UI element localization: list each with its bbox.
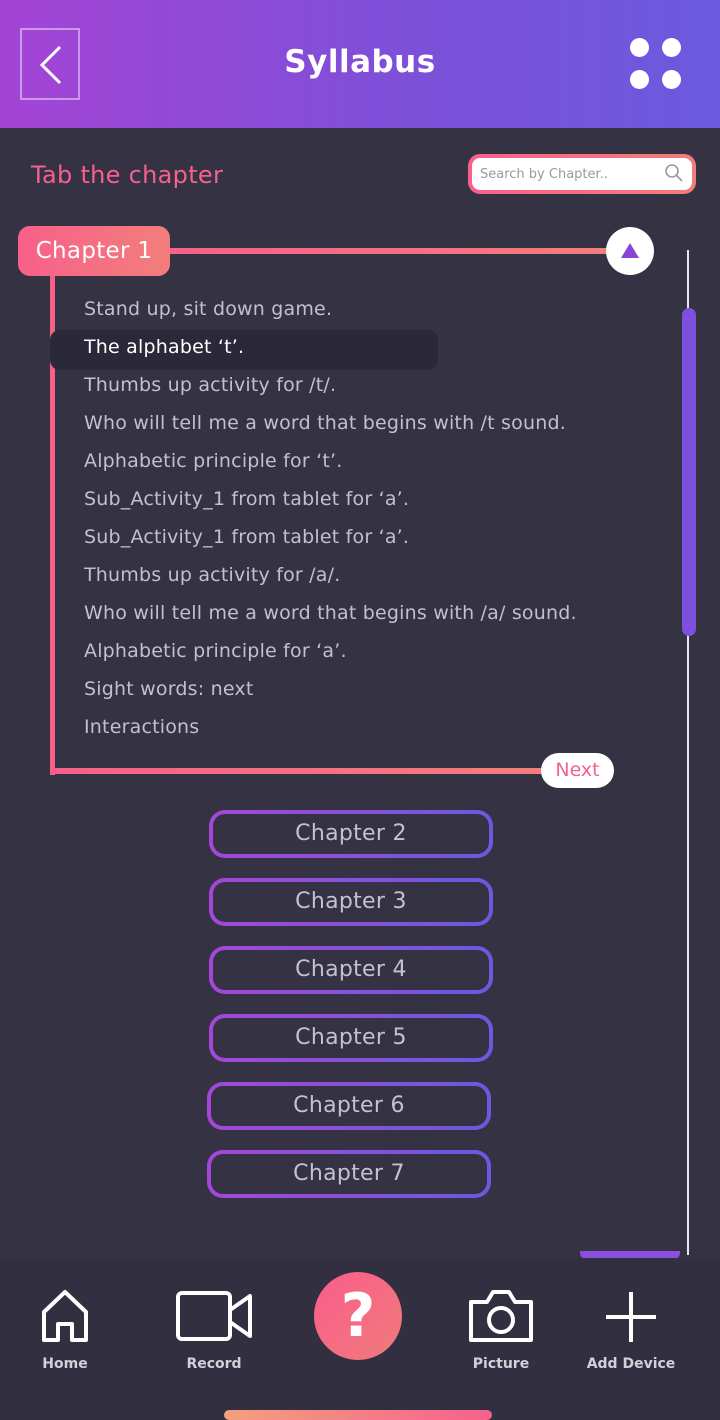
- chapter-5-button[interactable]: Chapter 5: [209, 1014, 493, 1062]
- chapter-frame-top: [160, 248, 620, 254]
- lesson-item[interactable]: Sub_Activity_1 from tablet for ‘a’.: [84, 482, 409, 520]
- home-indicator: [224, 1410, 492, 1420]
- nav-picture[interactable]: Picture: [441, 1258, 561, 1388]
- chapter-label: Chapter 5: [213, 1018, 489, 1058]
- lesson-item[interactable]: Alphabetic principle for ‘t’.: [84, 444, 343, 482]
- plus-icon: [606, 1292, 656, 1342]
- video-camera-icon: [176, 1291, 252, 1341]
- nav-label: Add Device: [586, 1356, 676, 1372]
- chapter-4-button[interactable]: Chapter 4: [209, 946, 493, 994]
- chapter-label: Chapter 7: [211, 1154, 487, 1194]
- scrollbar-thumb[interactable]: [682, 308, 696, 636]
- camera-icon: [469, 1290, 533, 1342]
- lesson-item[interactable]: Who will tell me a word that begins with…: [84, 596, 577, 634]
- app-header: Syllabus: [0, 0, 720, 128]
- lesson-item[interactable]: Sub_Activity_1 from tablet for ‘a’.: [84, 520, 409, 558]
- nav-label: Record: [186, 1356, 242, 1372]
- help-icon: ?: [340, 1281, 376, 1351]
- lesson-item[interactable]: Thumbs up activity for /t/.: [84, 368, 336, 406]
- lesson-item[interactable]: Interactions: [84, 710, 199, 748]
- search-input[interactable]: [480, 164, 650, 184]
- next-button[interactable]: Next: [541, 753, 614, 788]
- chapter-frame-bottom: [50, 768, 550, 774]
- section-instruction: Tab the chapter: [31, 161, 224, 189]
- lesson-item[interactable]: Alphabetic principle for ‘a’.: [84, 634, 347, 672]
- nav-label: Home: [42, 1356, 88, 1372]
- chapter-7-button[interactable]: Chapter 7: [207, 1150, 491, 1198]
- nav-label: Picture: [472, 1356, 530, 1372]
- menu-button[interactable]: [630, 38, 684, 92]
- lesson-item[interactable]: Sight words: next: [84, 672, 253, 710]
- chapter-label: Chapter 3: [213, 882, 489, 922]
- chapter-label: Chapter 2: [213, 814, 489, 854]
- home-icon: [42, 1290, 88, 1342]
- lesson-item-active[interactable]: The alphabet ‘t’.: [84, 330, 244, 368]
- chapter-1-tab[interactable]: Chapter 1: [18, 226, 170, 276]
- triangle-up-icon: [621, 243, 639, 258]
- lesson-item[interactable]: Thumbs up activity for /a/.: [84, 558, 340, 596]
- help-button[interactable]: ?: [314, 1272, 402, 1360]
- search-box: [468, 154, 696, 194]
- chapter-2-button[interactable]: Chapter 2: [209, 810, 493, 858]
- page-title: Syllabus: [284, 44, 436, 80]
- lesson-item[interactable]: Stand up, sit down game.: [84, 292, 332, 330]
- collapse-button[interactable]: [606, 227, 654, 275]
- lesson-item[interactable]: Who will tell me a word that begins with…: [84, 406, 566, 444]
- grid-dots-icon: [630, 38, 649, 57]
- search-icon[interactable]: [664, 163, 684, 183]
- nav-add-device[interactable]: Add Device: [571, 1258, 691, 1388]
- nav-home[interactable]: Home: [5, 1258, 125, 1388]
- chapter-label: Chapter 4: [213, 950, 489, 990]
- chapter-6-button[interactable]: Chapter 6: [207, 1082, 491, 1130]
- chapter-3-button[interactable]: Chapter 3: [209, 878, 493, 926]
- chapter-label: Chapter 6: [211, 1086, 487, 1126]
- nav-record[interactable]: Record: [154, 1258, 274, 1388]
